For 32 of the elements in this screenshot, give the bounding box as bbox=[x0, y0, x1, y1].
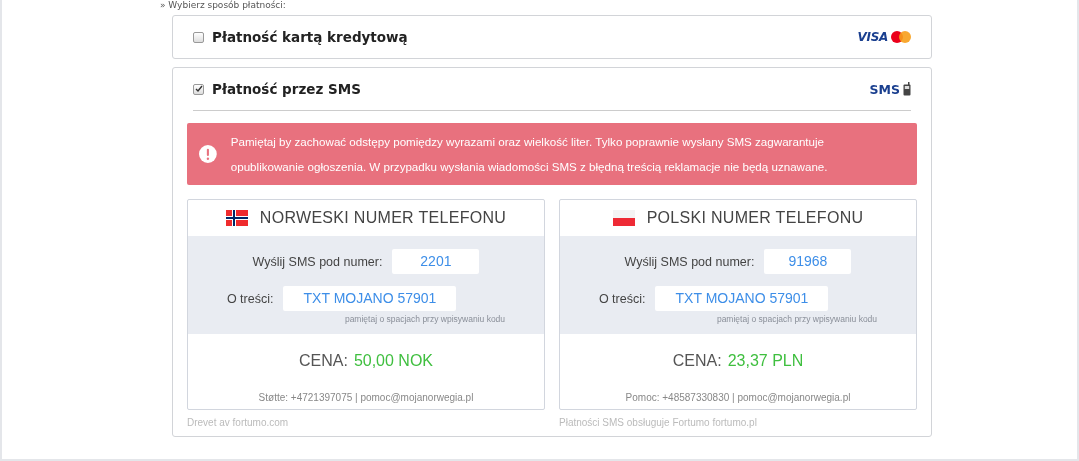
price-label: CENA: bbox=[298, 352, 348, 371]
field-label: O treści: bbox=[598, 291, 646, 306]
provider-note: Płatności SMS obsługuje Fortumo fortumo.pl bbox=[559, 417, 758, 428]
sms-content-field: TXT MOJANO 57901 bbox=[655, 286, 829, 311]
price-value: 50,00 NOK bbox=[353, 352, 434, 371]
card-title: NORWESKI NUMER TELEFONU bbox=[259, 209, 507, 227]
price-label: CENA: bbox=[672, 352, 722, 371]
alert-message: Pamiętaj by zachować odstępy pomiędzy wyrazami oraz wielkość liter. Tylko poprawnie wysłany SMS zagwarantuje opublikowanie ogłoszenia. W przypadku wysłania wiadomości SMS z błędną treścią reklamacje nie będą uznawane. bbox=[230, 134, 829, 175]
field-label: Wyślij SMS pod numer: bbox=[252, 254, 383, 269]
checkbox[interactable] bbox=[193, 83, 204, 95]
sms-logo: SMS bbox=[869, 81, 900, 97]
support-contact: Støtte: +4721397075 | pomoc@mojanorwegia.pl bbox=[257, 392, 475, 403]
phone-icon bbox=[903, 82, 911, 96]
checkbox[interactable] bbox=[193, 31, 204, 43]
payment-method-label[interactable]: Płatność kartą kredytową bbox=[212, 29, 858, 45]
sms-content-field: TXT MOJANO 57901 bbox=[283, 286, 457, 311]
card-logo-icon bbox=[891, 31, 911, 43]
price-value: 23,37 PLN bbox=[727, 352, 804, 371]
provider-note: Drevet av fortumo.com bbox=[187, 417, 290, 428]
sms-number-field: 91968 bbox=[764, 249, 852, 274]
card-title: POLSKI NUMER TELEFONU bbox=[646, 209, 864, 227]
field-label: Wyślij SMS pod numer: bbox=[624, 254, 755, 269]
support-contact: Pomoc: +48587330830 | pomoc@mojanorwegia.pl bbox=[624, 392, 852, 403]
field-label: O treści: bbox=[226, 291, 274, 306]
sms-number-field: 2201 bbox=[392, 249, 480, 274]
hint-text: pamiętaj o spacjach przy wpisywaniu kodu bbox=[344, 314, 506, 324]
flag-icon bbox=[225, 210, 248, 226]
hint-text: pamiętaj o spacjach przy wpisywaniu kodu bbox=[716, 314, 878, 324]
flag-icon bbox=[612, 210, 635, 226]
payment-method-label[interactable]: Płatność przez SMS bbox=[212, 81, 870, 97]
visa-logo: VISA bbox=[857, 30, 888, 44]
section-heading: » Wybierz sposób płatności: bbox=[160, 0, 287, 11]
